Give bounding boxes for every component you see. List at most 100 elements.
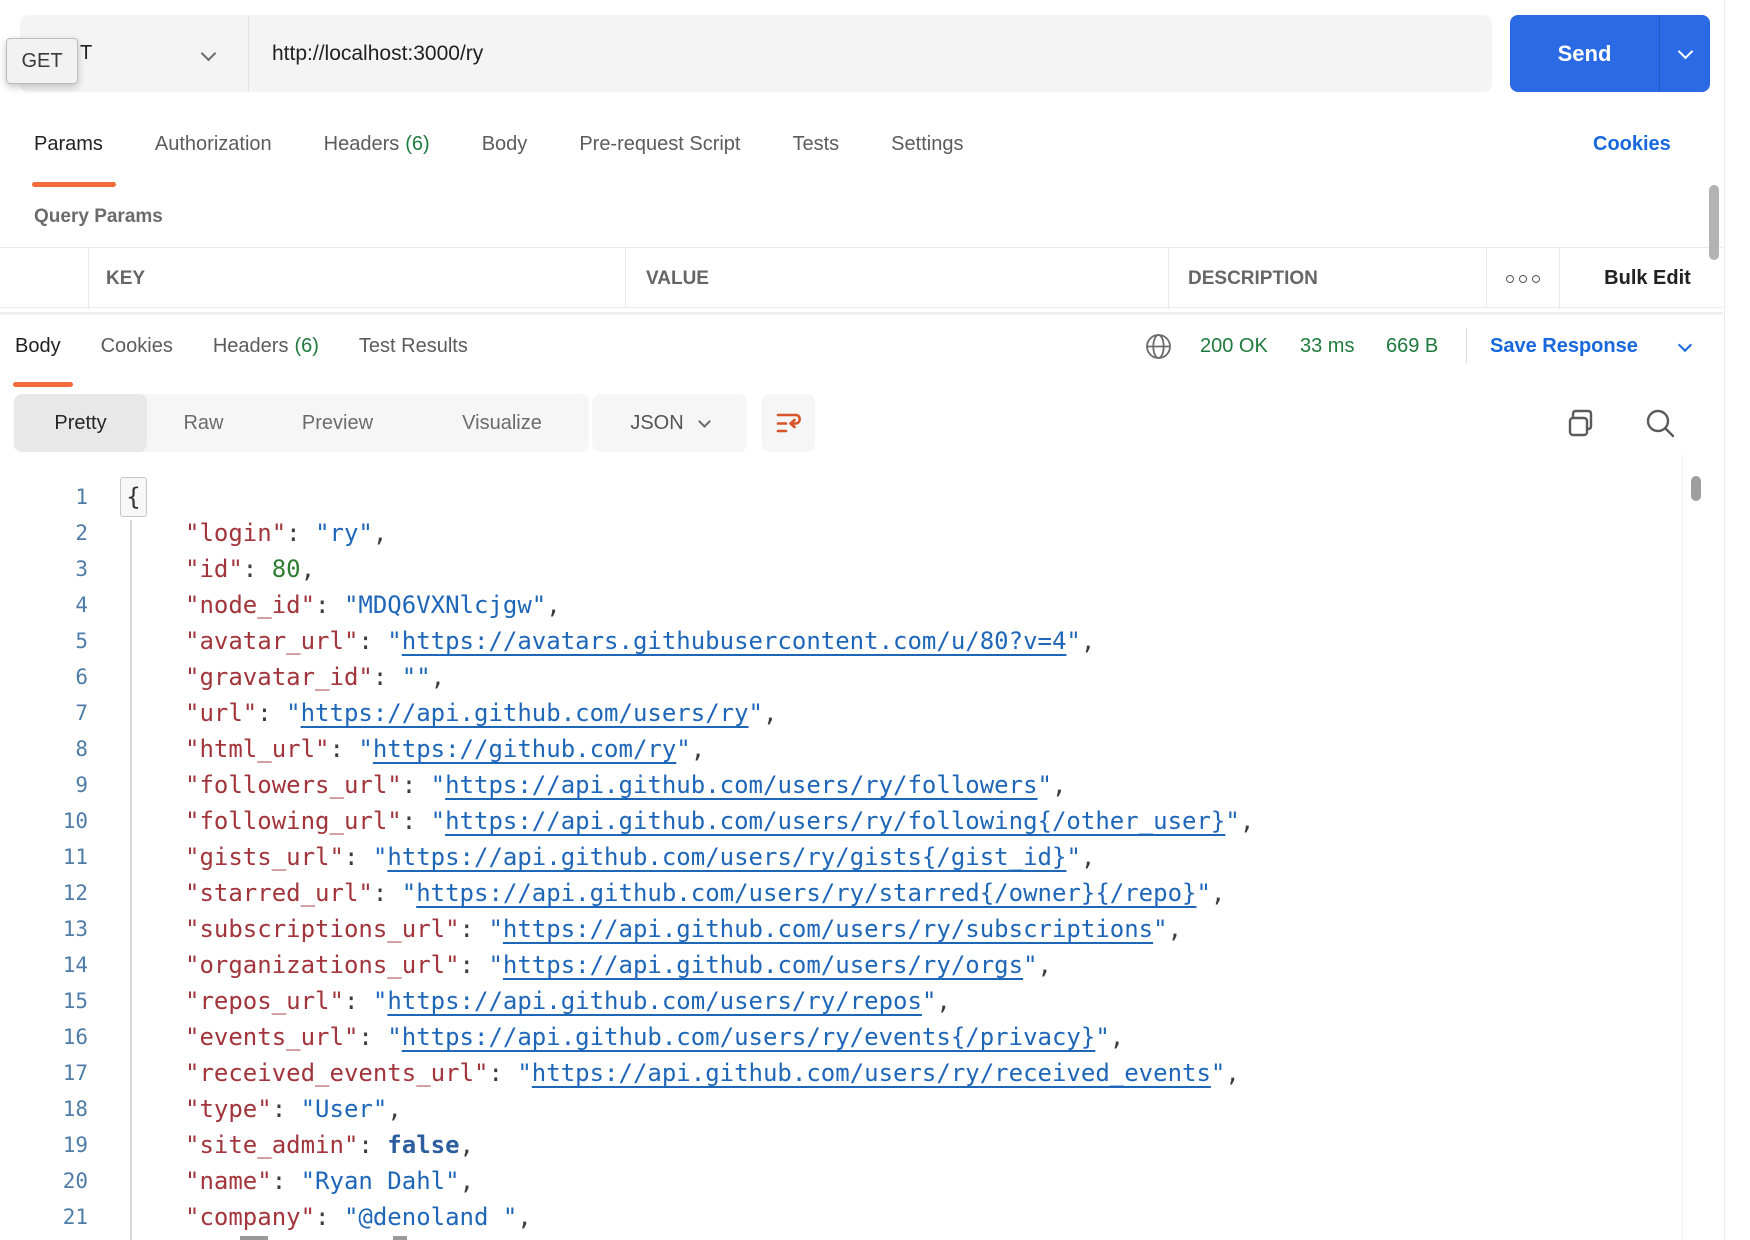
json-comma: , bbox=[301, 555, 315, 583]
json-colon: : bbox=[272, 1167, 301, 1195]
json-link[interactable]: https://api.github.com/users/ry/events{/… bbox=[402, 1023, 1096, 1051]
json-quote: " bbox=[1095, 1023, 1109, 1051]
json-comma: , bbox=[1225, 1059, 1239, 1087]
view-mode-switcher: PrettyRawPreviewVisualize bbox=[14, 394, 589, 452]
json-quote: " bbox=[286, 699, 300, 727]
line-number: 10 bbox=[0, 803, 88, 839]
json-quote: " bbox=[373, 987, 387, 1015]
send-button[interactable]: Send bbox=[1510, 15, 1660, 92]
view-mode-preview[interactable]: Preview bbox=[260, 394, 415, 452]
json-link[interactable]: https://api.github.com/users/ry/gists{/g… bbox=[387, 843, 1066, 871]
more-options-icon[interactable] bbox=[1486, 248, 1559, 309]
tab-label: Body bbox=[15, 335, 61, 357]
request-tab-headers[interactable]: Headers(6) bbox=[324, 133, 430, 156]
method-select[interactable]: T bbox=[80, 15, 92, 92]
send-options-button[interactable] bbox=[1660, 15, 1710, 92]
code-content: "gists_url": "https://api.github.com/use… bbox=[185, 839, 1095, 875]
send-split-button: Send bbox=[1510, 15, 1710, 92]
json-key: "gravatar_id" bbox=[185, 663, 373, 691]
request-tab-params[interactable]: Params bbox=[34, 133, 103, 156]
json-comma: , bbox=[546, 591, 560, 619]
json-comma: , bbox=[460, 1167, 474, 1195]
json-colon: : bbox=[358, 1023, 387, 1051]
response-time[interactable]: 33 ms bbox=[1300, 322, 1354, 370]
json-quote: " bbox=[1023, 951, 1037, 979]
tab-label: Body bbox=[482, 133, 528, 155]
json-key: "avatar_url" bbox=[185, 627, 358, 655]
fold-toggle[interactable]: { bbox=[120, 477, 147, 517]
cookies-link[interactable]: Cookies bbox=[1593, 120, 1671, 168]
request-tabs: Params Authorization Headers(6) Body Pre-req… bbox=[34, 120, 963, 168]
json-link[interactable]: https://avatars.githubusercontent.com/u/… bbox=[402, 627, 1067, 655]
json-colon: : bbox=[344, 843, 373, 871]
tab-count: (6) bbox=[405, 133, 429, 155]
code-line-8: 8"html_url": "https://github.com/ry", bbox=[0, 731, 1682, 767]
json-key: "events_url" bbox=[185, 1023, 358, 1051]
search-icon[interactable] bbox=[1643, 407, 1679, 443]
active-tab-underline bbox=[32, 182, 116, 187]
globe-icon[interactable] bbox=[1145, 333, 1172, 360]
json-comma: , bbox=[1081, 627, 1095, 655]
line-number: 19 bbox=[0, 1127, 88, 1163]
code-line-18: 18"type": "User", bbox=[0, 1091, 1682, 1127]
code-line-1: 1{ bbox=[0, 479, 1682, 515]
json-colon: : bbox=[257, 699, 286, 727]
url-bar bbox=[20, 15, 1492, 92]
url-input[interactable]: http://localhost:3000/ry bbox=[272, 15, 483, 92]
response-tab-body[interactable]: Body bbox=[15, 335, 61, 358]
request-tab-settings[interactable]: Settings bbox=[891, 133, 963, 156]
chevron-down-icon[interactable] bbox=[1678, 338, 1692, 352]
tab-label: Tests bbox=[792, 133, 839, 155]
status-code[interactable]: 200 OK bbox=[1200, 322, 1268, 370]
copy-icon[interactable] bbox=[1563, 407, 1599, 443]
json-comma: , bbox=[1081, 843, 1095, 871]
json-value: "@denoland " bbox=[344, 1203, 517, 1231]
query-params-table: KEY VALUE DESCRIPTION Bulk Edit bbox=[0, 247, 1723, 308]
json-link[interactable]: https://api.github.com/users/ry bbox=[301, 699, 749, 727]
request-tab-pre-request-script[interactable]: Pre-request Script bbox=[579, 133, 740, 156]
column-divider bbox=[88, 248, 89, 309]
code-content: "node_id": "MDQ6VXNlcjgw", bbox=[185, 587, 561, 623]
view-mode-raw[interactable]: Raw bbox=[147, 394, 260, 452]
code-line-12: 12"starred_url": "https://api.github.com… bbox=[0, 875, 1682, 911]
json-quote: " bbox=[517, 1059, 531, 1087]
format-select[interactable]: JSON bbox=[592, 394, 747, 452]
code-line-11: 11"gists_url": "https://api.github.com/u… bbox=[0, 839, 1682, 875]
request-tab-authorization[interactable]: Authorization bbox=[155, 133, 272, 156]
request-tab-body[interactable]: Body bbox=[482, 133, 528, 156]
json-link[interactable]: https://api.github.com/users/ry/repos bbox=[387, 987, 922, 1015]
response-size[interactable]: 669 B bbox=[1386, 322, 1438, 370]
json-link[interactable]: https://api.github.com/users/ry/followin… bbox=[445, 807, 1225, 835]
json-link[interactable]: https://api.github.com/users/ry/orgs bbox=[503, 951, 1023, 979]
response-tab-test-results[interactable]: Test Results bbox=[359, 335, 468, 358]
json-value: "Ryan Dahl" bbox=[301, 1167, 460, 1195]
json-link[interactable]: https://api.github.com/users/ry/received… bbox=[532, 1059, 1211, 1087]
json-key: "received_events_url" bbox=[185, 1059, 488, 1087]
page-scrollbar-thumb[interactable] bbox=[1709, 185, 1719, 260]
response-tab-headers[interactable]: Headers(6) bbox=[213, 335, 319, 358]
view-mode-pretty[interactable]: Pretty bbox=[14, 394, 147, 452]
request-tab-tests[interactable]: Tests bbox=[792, 133, 839, 156]
code-content: "site_admin": false, bbox=[185, 1127, 474, 1163]
line-number: 4 bbox=[0, 587, 88, 623]
tab-label: Headers bbox=[213, 335, 289, 357]
response-tab-cookies[interactable]: Cookies bbox=[101, 335, 173, 358]
json-link[interactable]: https://api.github.com/users/ry/subscrip… bbox=[503, 915, 1153, 943]
code-line-10: 10 "following_url": "https://api.github.c… bbox=[0, 803, 1682, 839]
code-content: "following_url": "https://api.github.com… bbox=[185, 803, 1254, 839]
json-link[interactable]: https://api.github.com/users/ry/follower… bbox=[445, 771, 1037, 799]
column-divider bbox=[625, 248, 626, 309]
code-scrollbar-thumb[interactable] bbox=[1691, 476, 1701, 501]
json-link[interactable]: https://api.github.com/users/ry/starred{… bbox=[416, 879, 1196, 907]
save-response-button[interactable]: Save Response bbox=[1490, 322, 1638, 370]
json-key: "html_url" bbox=[185, 735, 330, 763]
json-colon: : bbox=[243, 555, 272, 583]
code-line-17: 17"received_events_url": "https://api.gi… bbox=[0, 1055, 1682, 1091]
view-mode-visualize[interactable]: Visualize bbox=[415, 394, 589, 452]
json-colon: : bbox=[272, 1095, 301, 1123]
json-link[interactable]: https://github.com/ry bbox=[373, 735, 676, 763]
json-key: "node_id" bbox=[185, 591, 315, 619]
json-colon: : bbox=[330, 735, 359, 763]
method-url-divider bbox=[248, 15, 249, 92]
wrap-text-button[interactable] bbox=[762, 394, 815, 452]
